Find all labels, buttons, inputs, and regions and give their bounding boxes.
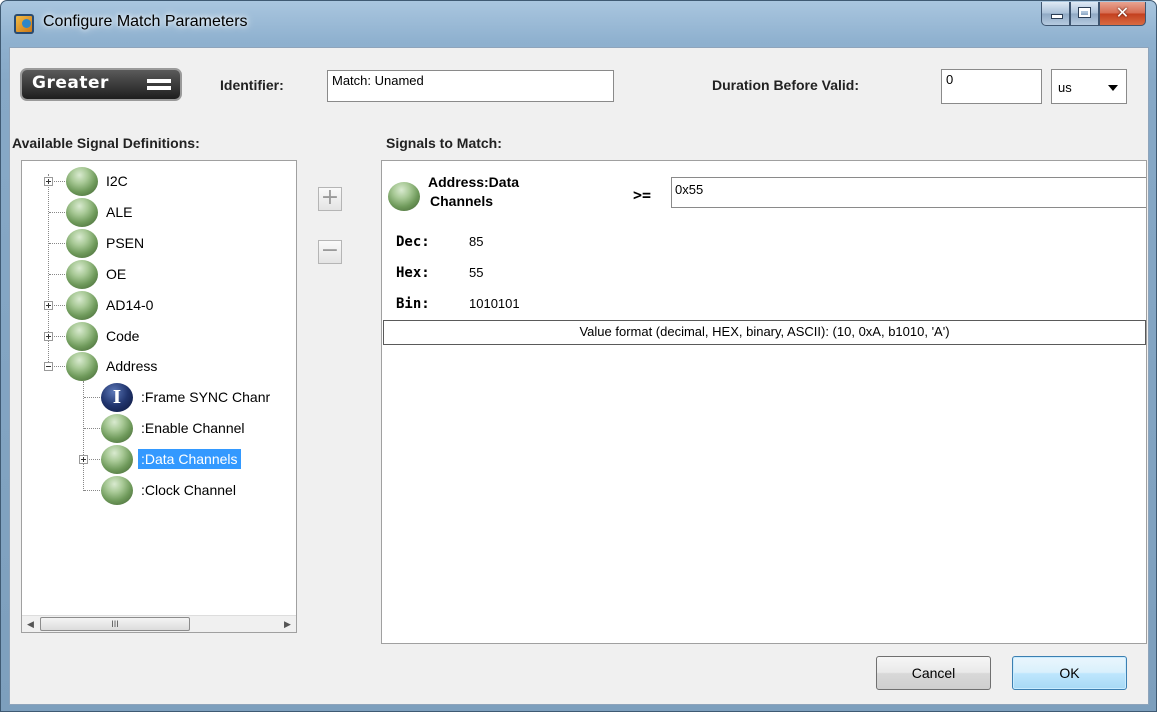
tree-item-label: AD14-0 xyxy=(106,297,154,313)
tree-connector xyxy=(84,397,102,398)
info-icon xyxy=(101,382,133,412)
tree-connector xyxy=(49,243,67,244)
minimize-icon xyxy=(1051,14,1063,19)
match-value-input[interactable]: 0x55 xyxy=(671,177,1146,208)
signal-ball-icon xyxy=(388,182,420,211)
title-bar[interactable]: Configure Match Parameters ✕ xyxy=(1,1,1156,47)
value-format-hint: Value format (decimal, HEX, binary, ASCI… xyxy=(383,320,1146,345)
maximize-button[interactable] xyxy=(1070,2,1099,26)
expand-icon[interactable] xyxy=(44,177,53,186)
tree-item-psen[interactable]: PSEN xyxy=(66,228,147,258)
available-signals-label: Available Signal Definitions: xyxy=(12,135,200,151)
matched-signal-line2: Channels xyxy=(430,193,494,209)
bin-label: Bin: xyxy=(396,296,430,312)
tree-item-label: OE xyxy=(106,266,127,282)
add-signal-button[interactable]: + xyxy=(318,187,342,211)
dialog-window: Configure Match Parameters ✕ Greater Ide… xyxy=(0,0,1157,712)
hex-value: 55 xyxy=(469,265,484,280)
signal-ball-icon xyxy=(66,290,98,320)
tree-connector xyxy=(84,490,102,491)
duration-input[interactable]: 0 xyxy=(941,69,1042,104)
signal-ball-icon xyxy=(66,259,98,289)
condition-type-badge[interactable]: Greater xyxy=(20,68,182,101)
signal-ball-icon xyxy=(66,166,98,196)
signal-ball-icon xyxy=(101,413,133,443)
signal-definitions-tree[interactable]: I2C ALE PSEN OE AD14-0 Code Address I:F… xyxy=(21,160,297,633)
cancel-button[interactable]: Cancel xyxy=(876,656,991,690)
tree-item-oe[interactable]: OE xyxy=(66,259,129,289)
tree-connector xyxy=(49,212,67,213)
duration-unit-select[interactable]: us xyxy=(1051,69,1127,104)
tree-item-code[interactable]: Code xyxy=(66,321,142,351)
duration-unit-value: us xyxy=(1058,80,1072,95)
scroll-left-icon[interactable]: ◀ xyxy=(22,616,39,632)
tree-item-label: I2C xyxy=(106,173,128,189)
signal-ball-icon xyxy=(101,475,133,505)
equals-icon xyxy=(147,79,171,90)
signal-ball-icon xyxy=(101,444,133,474)
signal-ball-icon xyxy=(66,228,98,258)
app-icon xyxy=(14,14,34,34)
tree-item-enable-channel[interactable]: :Enable Channel xyxy=(101,413,248,443)
dec-value: 85 xyxy=(469,234,484,249)
tree-connector xyxy=(84,428,102,429)
dialog-client-area: Greater Identifier: Match: Unamed Durati… xyxy=(9,47,1149,705)
tree-item-ale[interactable]: ALE xyxy=(66,197,135,227)
tree-item-label: :Enable Channel xyxy=(141,420,245,436)
horizontal-scrollbar[interactable]: ◀ III ▶ xyxy=(22,615,296,632)
condition-type-label: Greater xyxy=(32,73,109,93)
chevron-down-icon[interactable] xyxy=(1103,73,1123,101)
matched-signal-name: Address:Data Channels xyxy=(428,174,519,210)
tree-item-label: PSEN xyxy=(106,235,145,251)
ok-button[interactable]: OK xyxy=(1012,656,1127,690)
tree-connector xyxy=(49,274,67,275)
bin-value: 1010101 xyxy=(469,296,520,311)
maximize-icon xyxy=(1079,8,1090,17)
close-icon: ✕ xyxy=(1115,3,1130,22)
tree-item-ad14-0[interactable]: AD14-0 xyxy=(66,290,156,320)
expand-icon[interactable] xyxy=(44,332,53,341)
tree-item-label: ALE xyxy=(106,204,133,220)
tree-item-label: Address xyxy=(106,358,158,374)
window-title: Configure Match Parameters xyxy=(43,13,248,30)
caption-buttons: ✕ xyxy=(1041,2,1146,28)
tree-item-address[interactable]: Address xyxy=(66,351,160,381)
signal-ball-icon xyxy=(66,321,98,351)
remove-signal-button[interactable]: − xyxy=(318,240,342,264)
expand-icon[interactable] xyxy=(79,455,88,464)
tree-item-clock-channel[interactable]: :Clock Channel xyxy=(101,475,239,505)
signal-ball-icon xyxy=(66,351,98,381)
signals-to-match-label: Signals to Match: xyxy=(386,135,502,151)
scrollbar-thumb[interactable]: III xyxy=(40,617,190,631)
tree-item-frame-sync-channel[interactable]: :Frame SYNC Chanr xyxy=(101,382,273,412)
collapse-icon[interactable] xyxy=(44,362,53,371)
tree-item-label: :Frame SYNC Chanr xyxy=(141,389,271,405)
close-button[interactable]: ✕ xyxy=(1099,2,1146,26)
tree-item-label: :Clock Channel xyxy=(141,482,236,498)
signal-ball-icon xyxy=(66,197,98,227)
minimize-button[interactable] xyxy=(1041,2,1070,26)
hex-label: Hex: xyxy=(396,265,430,281)
signals-to-match-panel: Address:Data Channels >= 0x55 Dec: 85 He… xyxy=(381,160,1147,644)
tree-item-data-channels[interactable]: :Data Channels xyxy=(101,444,241,474)
tree-item-label-selected: :Data Channels xyxy=(138,449,241,469)
identifier-label: Identifier: xyxy=(220,77,284,93)
tree-item-i2c[interactable]: I2C xyxy=(66,166,131,196)
scroll-right-icon[interactable]: ▶ xyxy=(279,616,296,632)
expand-icon[interactable] xyxy=(44,301,53,310)
identifier-input[interactable]: Match: Unamed xyxy=(327,70,614,102)
comparison-operator[interactable]: >= xyxy=(633,186,651,204)
duration-label: Duration Before Valid: xyxy=(712,77,860,93)
dec-label: Dec: xyxy=(396,234,430,250)
matched-signal-line1: Address:Data xyxy=(428,174,520,190)
tree-item-label: Code xyxy=(106,328,140,344)
